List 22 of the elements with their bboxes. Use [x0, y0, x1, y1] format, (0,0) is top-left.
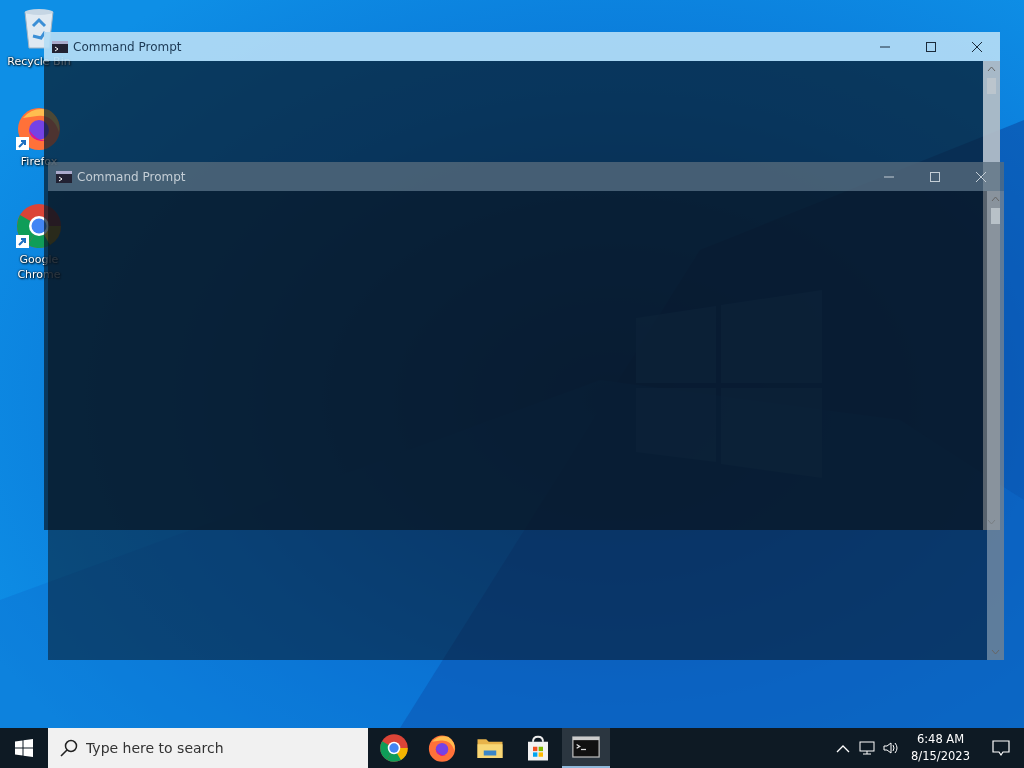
- clock[interactable]: 6:48 AM 8/15/2023: [911, 731, 970, 765]
- search-icon: [60, 739, 78, 757]
- clock-time: 6:48 AM: [916, 731, 965, 748]
- clock-date: 8/15/2023: [911, 748, 970, 765]
- search-field[interactable]: Type here to search: [48, 728, 368, 768]
- terminal-icon: [52, 40, 68, 53]
- scrollbar[interactable]: [983, 61, 1000, 530]
- network-icon[interactable]: [858, 739, 877, 757]
- maximize-button[interactable]: [926, 41, 936, 52]
- firefox-icon[interactable]: [427, 733, 457, 763]
- window-title: Command Prompt: [73, 39, 183, 54]
- speaker-icon[interactable]: [882, 739, 901, 757]
- taskbar-app-button[interactable]: [562, 728, 610, 768]
- chrome-icon[interactable]: [379, 733, 409, 763]
- window-title: Command Prompt: [77, 169, 187, 184]
- icon-label: Firefox: [20, 154, 58, 169]
- terminal-icon: [56, 170, 72, 183]
- scroll-thumb[interactable]: [991, 208, 1000, 224]
- scrollbar[interactable]: [987, 191, 1004, 660]
- notification-icon[interactable]: [992, 739, 1010, 757]
- start-button[interactable]: [15, 739, 33, 757]
- close-button[interactable]: [972, 41, 982, 52]
